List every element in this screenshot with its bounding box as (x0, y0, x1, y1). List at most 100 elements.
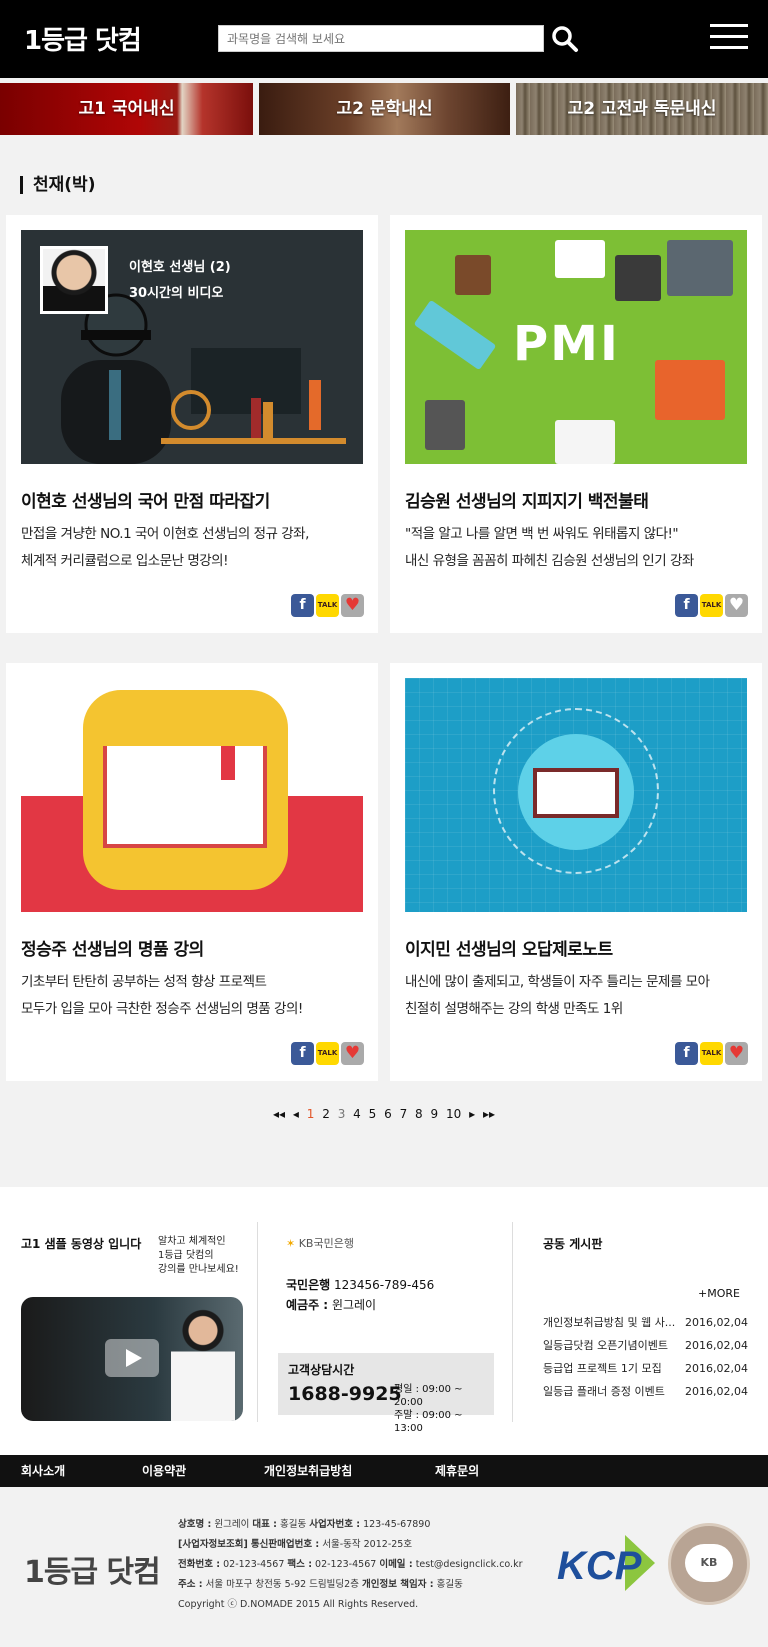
notice-date: 2016,02,04 (685, 1385, 748, 1398)
course-card[interactable]: 이현호 선생님 (2) 30시간의 비디오 이현호 선생님의 국어 만점 따라잡… (6, 215, 378, 633)
info-label: 사업자번호 : (309, 1519, 361, 1530)
course-description: "적을 알고 나를 알면 백 번 싸워도 위태롭지 않다!" 내신 유형을 꼼꼼… (405, 521, 750, 575)
depositor-name: 윈그레이 (331, 1298, 377, 1312)
account-label: 국민은행 (286, 1278, 331, 1292)
description-line: 기초부터 탄탄히 공부하는 성적 향상 프로젝트 (21, 974, 267, 990)
hamburger-menu-icon[interactable] (710, 24, 748, 54)
course-card[interactable]: PMI 김승원 선생님의 지피지기 백전불태 "적을 알고 나를 알면 백 번 … (390, 215, 762, 633)
course-title[interactable]: 정승주 선생님의 명품 강의 (21, 935, 204, 960)
heart-icon[interactable]: ♥ (725, 594, 748, 617)
heart-icon[interactable]: ♥ (725, 1042, 748, 1065)
page-link[interactable]: 1 (307, 1107, 315, 1121)
share-buttons: f TALK ♥ (289, 594, 364, 618)
notice-title[interactable]: 개인정보취급방침 및 웹 사... (543, 1316, 675, 1329)
description-line: 만접을 겨냥한 NO.1 국어 이현호 선생님의 정규 강좌, (21, 526, 309, 542)
share-buttons: f TALK ♥ (673, 594, 748, 618)
info-label: 주소 : (178, 1579, 203, 1590)
more-link[interactable]: +MORE (698, 1287, 740, 1300)
account-info: 국민은행 123456-789-456 예금주 : 윈그레이 (286, 1275, 434, 1315)
section-title: 천재(박) (20, 176, 95, 194)
next-page-icon[interactable]: ▸ (469, 1107, 475, 1121)
depositor-label: 예금주 : (286, 1298, 329, 1312)
page-link[interactable]: 10 (446, 1107, 461, 1121)
notice-item[interactable]: 일등급 플래너 증정 이벤트 2016,02,04 (543, 1380, 748, 1403)
facebook-icon[interactable]: f (291, 1042, 314, 1065)
facebook-icon[interactable]: f (675, 594, 698, 617)
info-label: 상호명 : (178, 1519, 212, 1530)
banner-label: 고1 국어내신 (78, 99, 175, 119)
divider (257, 1222, 258, 1422)
notice-title[interactable]: 일등급닷컴 오픈기념이벤트 (543, 1339, 668, 1352)
divider (512, 1222, 513, 1422)
footer-link-terms[interactable]: 이용약관 (142, 1455, 186, 1487)
banner-grade2-classics[interactable]: 고2 고전과 독문내신 (516, 83, 768, 135)
heart-icon[interactable]: ♥ (341, 594, 364, 617)
teacher-photo (171, 1305, 235, 1421)
sample-video-subtitle: 알차고 체계적인 1등급 닷컴의 강의를 만나보세요! (158, 1236, 239, 1275)
course-thumbnail[interactable] (21, 678, 363, 912)
notice-title[interactable]: 등급업 프로젝트 1기 모집 (543, 1362, 662, 1375)
business-lookup-link[interactable]: [사업자정보조회] (178, 1539, 248, 1550)
facebook-icon[interactable]: f (291, 594, 314, 617)
info-label: 전화번호 : (178, 1559, 221, 1570)
company-details: 상호명 : 윈그레이 대표 : 홍길동 사업자번호 : 123-45-67890… (178, 1515, 523, 1615)
page-link[interactable]: 8 (415, 1107, 423, 1121)
copyright: Copyright ⓒ D.NOMADE 2015 All Rights Res… (178, 1599, 419, 1610)
page-link[interactable]: 9 (431, 1107, 439, 1121)
bank-name: KB국민은행 (298, 1237, 354, 1250)
notice-list: 개인정보취급방침 및 웹 사... 2016,02,04 일등급닷컴 오픈기념이벤… (543, 1311, 748, 1403)
notice-item[interactable]: 등급업 프로젝트 1기 모집 2016,02,04 (543, 1357, 748, 1380)
kakaotalk-icon[interactable]: TALK (700, 1042, 723, 1065)
course-card[interactable]: 이지민 선생님의 오답제로노트 내신에 많이 출제되고, 학생들이 자주 틀리는… (390, 663, 762, 1081)
description-line: 내신 유형을 꼼꼼히 파헤친 김승원 선생님의 인기 강좌 (405, 553, 694, 569)
info-label: 통신판매업번호 : (250, 1539, 320, 1550)
info-label: 이메일 : (379, 1559, 413, 1570)
site-logo[interactable]: 1등급 닷컴 (24, 20, 142, 57)
banner-grade2-literature[interactable]: 고2 문학내신 (259, 83, 510, 135)
notice-item[interactable]: 일등급닷컴 오픈기념이벤트 2016,02,04 (543, 1334, 748, 1357)
footer-link-company[interactable]: 회사소개 (21, 1455, 65, 1487)
play-icon[interactable] (105, 1339, 159, 1377)
cs-hours: 평일 : 09:00 ~ 20:00 주말 : 09:00 ~ 13:00 (394, 1384, 463, 1434)
cs-phone[interactable]: 1688-9925 (288, 1383, 402, 1405)
prev-page-icon[interactable]: ◂ (293, 1107, 299, 1121)
kakaotalk-icon[interactable]: TALK (316, 594, 339, 617)
notice-item[interactable]: 개인정보취급방침 및 웹 사... 2016,02,04 (543, 1311, 748, 1334)
course-thumbnail[interactable] (405, 678, 747, 912)
page-link[interactable]: 4 (353, 1107, 361, 1121)
teacher-name: 이현호 선생님 (2) (129, 260, 231, 275)
teacher-avatar (40, 246, 108, 314)
course-card[interactable]: 정승주 선생님의 명품 강의 기초부터 탄탄히 공부하는 성적 향상 프로젝트 … (6, 663, 378, 1081)
page-link[interactable]: 3 (338, 1107, 346, 1121)
top-header: 1등급 닷컴 (0, 0, 768, 78)
sample-video-player[interactable] (21, 1297, 243, 1421)
banner-grade1-korean[interactable]: 고1 국어내신 (0, 83, 253, 135)
last-page-icon[interactable]: ▸▸ (483, 1107, 495, 1121)
search-icon[interactable] (550, 24, 580, 54)
page-link[interactable]: 2 (322, 1107, 330, 1121)
kakaotalk-icon[interactable]: TALK (316, 1042, 339, 1065)
share-buttons: f TALK ♥ (289, 1042, 364, 1066)
footer-link-privacy[interactable]: 개인정보취급방침 (264, 1455, 352, 1487)
info-value: test@designclick.co.kr (415, 1559, 523, 1570)
facebook-icon[interactable]: f (675, 1042, 698, 1065)
heart-icon[interactable]: ♥ (341, 1042, 364, 1065)
course-description: 기초부터 탄탄히 공부하는 성적 향상 프로젝트 모두가 입을 모아 극찬한 정… (21, 969, 366, 1023)
page-link[interactable]: 7 (400, 1107, 408, 1121)
page-link[interactable]: 6 (384, 1107, 392, 1121)
kakaotalk-icon[interactable]: TALK (700, 594, 723, 617)
search-input[interactable] (218, 25, 544, 52)
course-title[interactable]: 김승원 선생님의 지피지기 백전불태 (405, 487, 649, 512)
course-title[interactable]: 이지민 선생님의 오답제로노트 (405, 935, 613, 960)
page-link[interactable]: 5 (369, 1107, 377, 1121)
footer-link-partnership[interactable]: 제휴문의 (435, 1455, 479, 1487)
category-banners: 고1 국어내신 고2 문학내신 고2 고전과 독문내신 (0, 83, 768, 135)
share-buttons: f TALK ♥ (673, 1042, 748, 1066)
cs-title: 고객상담시간 (288, 1363, 355, 1377)
info-label: 팩스 : (287, 1559, 312, 1570)
notice-title[interactable]: 일등급 플래너 증정 이벤트 (543, 1385, 665, 1398)
course-thumbnail[interactable]: PMI (405, 230, 747, 464)
first-page-icon[interactable]: ◂◂ (273, 1107, 285, 1121)
course-thumbnail[interactable]: 이현호 선생님 (2) 30시간의 비디오 (21, 230, 363, 464)
course-title[interactable]: 이현호 선생님의 국어 만점 따라잡기 (21, 487, 270, 512)
